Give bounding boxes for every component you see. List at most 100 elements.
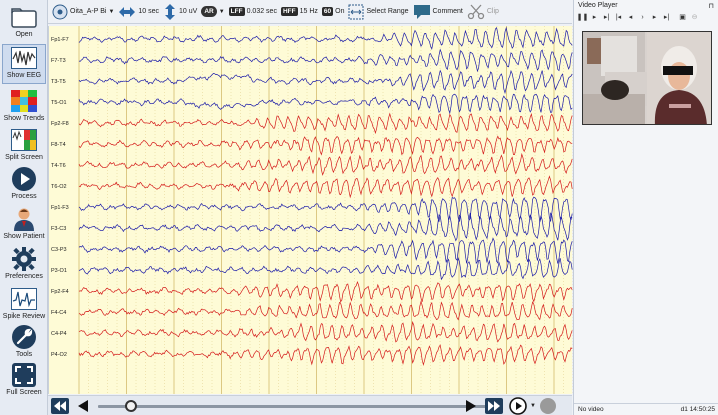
hff-value: 15 Hz: [299, 8, 318, 15]
triangle-right-icon: [466, 400, 476, 412]
ar-control[interactable]: AR ▼: [201, 1, 225, 23]
montage-value: Oita_A-P Bi: [70, 8, 107, 15]
step-back-button[interactable]: [76, 398, 90, 414]
show-trends-button[interactable]: Show Trends: [2, 88, 46, 122]
spike-review-button[interactable]: Spike Review: [2, 286, 46, 320]
select-range-button[interactable]: Select Range: [348, 1, 409, 23]
comment-label: Comment: [432, 8, 463, 15]
eeg-trace-area[interactable]: Fp1-F7 F7-T3 T3-T5 T5-O1 Fp2-F8 F8-T4 T4-T6 T6-…: [48, 26, 573, 394]
timebase-control[interactable]: 10 sec: [118, 1, 159, 23]
comment-icon: [413, 4, 431, 20]
clip-button[interactable]: Clip: [467, 1, 499, 23]
tools-button[interactable]: Tools: [2, 324, 46, 358]
time-scrollbar[interactable]: [98, 405, 498, 408]
process-button[interactable]: Process: [2, 166, 46, 200]
step-back-icon[interactable]: ◂: [626, 12, 635, 22]
select-range-icon: [348, 4, 364, 20]
wrench-icon: [10, 324, 38, 350]
play-icon[interactable]: ▸: [590, 12, 599, 22]
lff-control[interactable]: LFF 0.032 sec: [228, 1, 277, 23]
top-toolbar: Oita_A-P Bi ▼ 10 sec 10 uV AR ▼ LFF 0.03…: [48, 0, 572, 24]
status-bar: No video d1 14:50:25: [574, 403, 718, 415]
eeg-trace: [78, 300, 573, 321]
channel-label[interactable]: Fp2-F8: [51, 121, 69, 127]
step-forward-button[interactable]: [464, 398, 478, 414]
full-screen-icon: [10, 362, 38, 388]
preferences-button[interactable]: Preferences: [2, 246, 46, 280]
frame-next-icon[interactable]: ▸: [650, 12, 659, 22]
show-patient-button[interactable]: Show Patient: [2, 206, 46, 240]
channel-label[interactable]: F4-C4: [51, 310, 66, 316]
forward-page-button[interactable]: [485, 398, 503, 414]
channel-label[interactable]: F3-C3: [51, 226, 66, 232]
play-button[interactable]: [509, 397, 527, 415]
show-eeg-button[interactable]: Show EEG: [2, 44, 46, 84]
split-screen-label: Split Screen: [5, 154, 43, 161]
montage-icon: [52, 4, 68, 20]
hff-control[interactable]: HFF 15 Hz: [280, 1, 318, 23]
show-trends-label: Show Trends: [3, 115, 45, 122]
channel-label[interactable]: C3-P3: [51, 247, 67, 253]
eeg-trace: [78, 26, 573, 51]
channel-label[interactable]: T5-O1: [51, 100, 67, 106]
folder-icon: [10, 4, 38, 30]
notch-control[interactable]: 60 On: [321, 1, 345, 23]
patient-icon: [10, 206, 38, 232]
eeg-traces: Fp1-F7 F7-T3 T3-T5 T5-O1 Fp2-F8 F8-T4 T4-T6 T6-…: [51, 26, 573, 394]
eeg-trace: [78, 212, 573, 242]
montage-select[interactable]: Oita_A-P Bi ▼: [52, 1, 114, 23]
trends-heatmap-icon: [10, 88, 38, 114]
play-circle-icon: [509, 397, 527, 415]
full-screen-button[interactable]: Full Screen: [2, 362, 46, 396]
play-circle-icon: [10, 166, 38, 192]
split-screen-button[interactable]: Split Screen: [2, 127, 46, 161]
channel-label[interactable]: Fp1-F7: [51, 37, 69, 43]
frame-forward-icon[interactable]: ›: [638, 12, 647, 22]
eeg-trace: [78, 320, 573, 343]
eeg-trace: [78, 93, 573, 115]
notch-badge: 60: [321, 7, 334, 16]
skip-start-icon[interactable]: |◂: [614, 12, 623, 22]
chevron-down-icon: ▼: [108, 8, 115, 15]
chevron-down-icon: ▼: [218, 8, 225, 15]
channel-label[interactable]: P4-O2: [51, 352, 67, 358]
record-button[interactable]: [539, 398, 557, 414]
show-eeg-label: Show EEG: [6, 72, 42, 79]
channel-label[interactable]: F7-T3: [51, 58, 66, 64]
eeg-trace: [78, 344, 573, 367]
skip-end-icon[interactable]: ▸|: [662, 12, 671, 22]
time-scroll-thumb[interactable]: [125, 400, 137, 412]
channel-label[interactable]: F8-T4: [51, 142, 66, 148]
open-button[interactable]: Open: [2, 4, 46, 38]
lock-icon[interactable]: ▣: [678, 12, 687, 22]
minus-circle-icon[interactable]: ⊖: [690, 12, 699, 22]
comment-button[interactable]: Comment: [413, 1, 463, 23]
channel-label[interactable]: C4-P4: [51, 331, 67, 337]
channel-label[interactable]: P3-O1: [51, 268, 67, 274]
sensitivity-control[interactable]: 10 uV: [163, 1, 197, 23]
video-frame[interactable]: [582, 31, 712, 125]
step-forward-icon[interactable]: ▸|: [602, 12, 611, 22]
channel-label[interactable]: Fp1-F3: [51, 205, 69, 211]
triangle-left-icon: [78, 400, 88, 412]
channel-label[interactable]: T6-O2: [51, 184, 67, 190]
pause-icon[interactable]: ❚❚: [577, 12, 589, 22]
double-left-icon: [51, 398, 69, 414]
speed-dropdown[interactable]: ▼: [530, 398, 536, 414]
channel-label[interactable]: T4-T6: [51, 163, 66, 169]
select-range-label: Select Range: [366, 8, 409, 15]
double-right-icon: [485, 398, 503, 414]
video-snapshot: [583, 32, 711, 124]
eeg-trace: [78, 69, 573, 95]
eeg-trace: [78, 135, 573, 156]
channel-label[interactable]: Fp2-F4: [51, 289, 69, 295]
hff-badge: HFF: [280, 7, 298, 16]
pin-icon[interactable]: ⊓: [709, 2, 714, 10]
gear-icon: [10, 246, 38, 272]
record-circle-icon: [540, 398, 556, 414]
notch-value: On: [335, 8, 345, 15]
ar-badge: AR: [201, 6, 217, 17]
channel-label[interactable]: T3-T5: [51, 79, 66, 85]
rewind-page-button[interactable]: [51, 398, 69, 414]
navigation-bar: ▼: [48, 395, 572, 415]
